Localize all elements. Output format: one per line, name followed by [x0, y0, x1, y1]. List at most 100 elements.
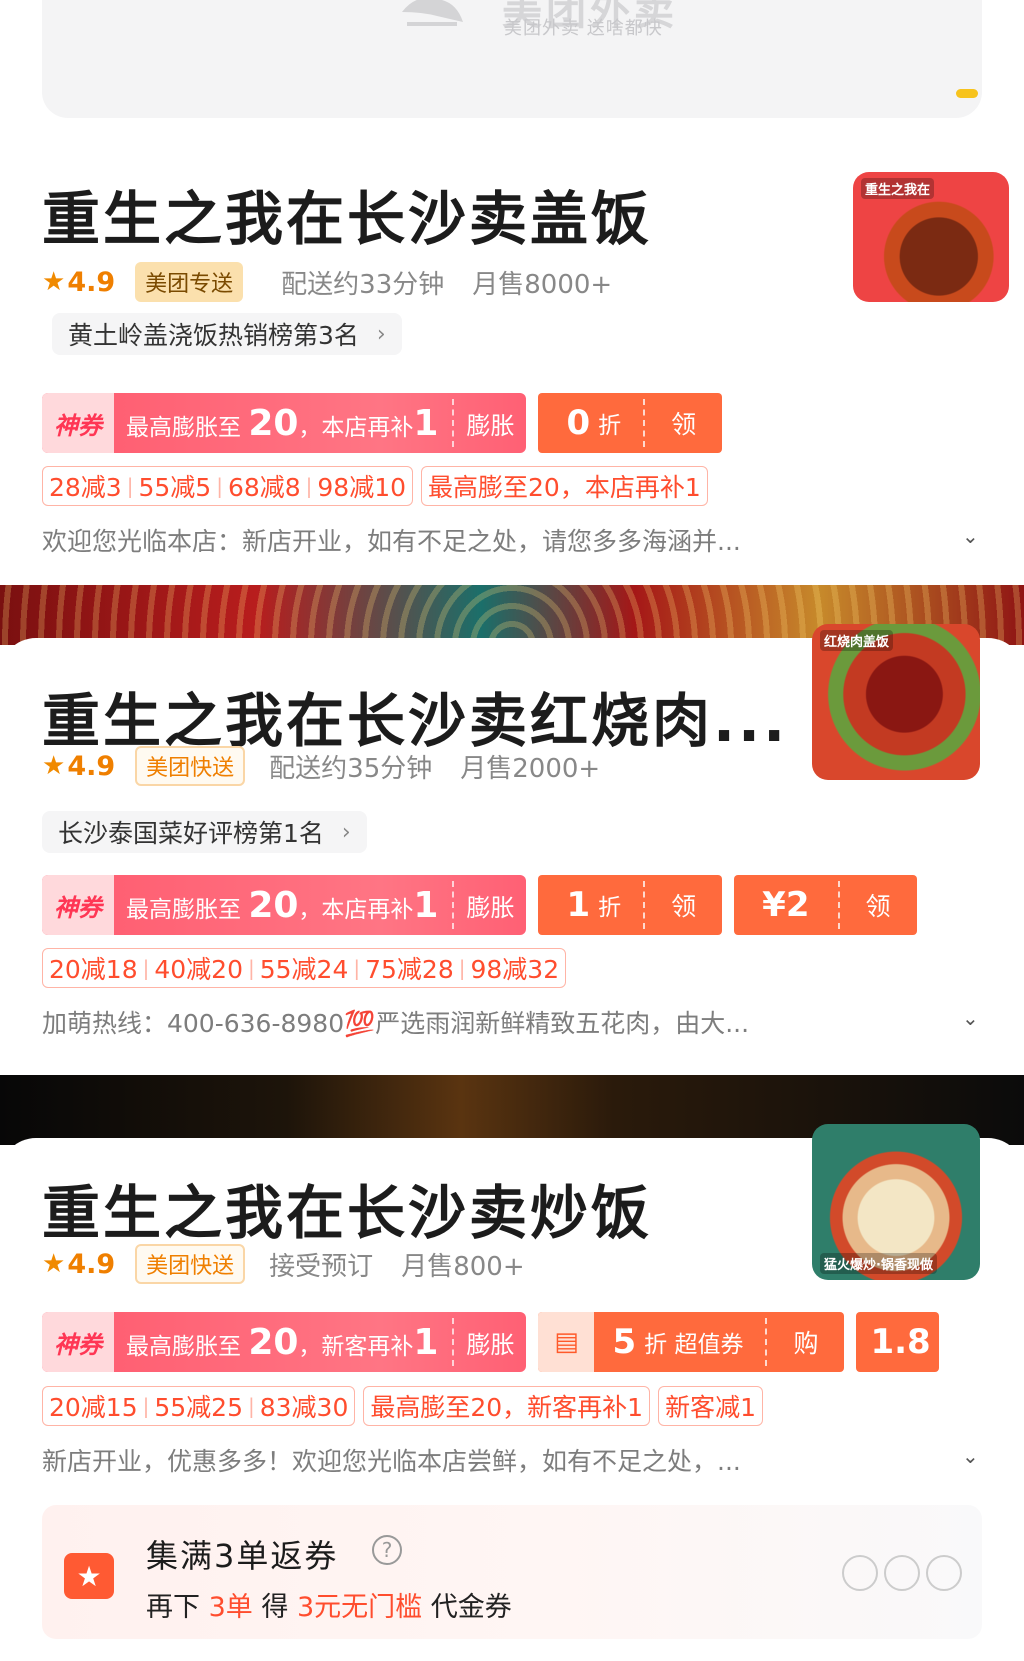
store-name[interactable]: 重生之我在长沙卖盖饭: [42, 172, 652, 256]
store-thumbnail[interactable]: 重生之我在: [853, 172, 1009, 302]
rank-text: 黄土岭盖浇饭热销榜第3名: [68, 321, 359, 350]
full-reduction-tags: 20减18 | 40减20 | 55减24 | 75减28 | 98减32: [42, 948, 567, 988]
discount-item: 40减20: [154, 955, 243, 984]
shenquan-label: 神券: [42, 875, 114, 935]
coupon-unit: 折: [598, 895, 622, 921]
discount-coupon[interactable]: 1 折 领: [538, 875, 723, 935]
delivery-tag: 美团快送: [135, 1244, 246, 1284]
store-rating: 4.9: [67, 750, 116, 782]
delivery-time: 接受预订: [269, 1251, 374, 1282]
chevron-right-icon: ›: [341, 819, 351, 845]
new-customer-tag: 新客减1: [658, 1386, 763, 1426]
coupon-value: 1: [566, 885, 591, 925]
thumbnail-caption: 红烧肉盖饭: [820, 630, 894, 651]
discount-item: 20减15: [49, 1393, 138, 1422]
store-rating: 4.9: [67, 266, 116, 298]
coupon-value: 5: [612, 1322, 637, 1362]
claim-button[interactable]: 领: [645, 887, 722, 923]
coupon-unit: 折 超值券: [644, 1332, 744, 1358]
rank-text: 长沙泰国菜好评榜第1名: [58, 819, 324, 848]
chevron-down-icon[interactable]: ⌄: [962, 1444, 982, 1468]
delivery-time: 配送约35分钟: [269, 753, 433, 784]
delivery-time: 配送约33分钟: [281, 269, 445, 300]
discount-item: 20减18: [49, 955, 138, 984]
coupon-value: 0: [566, 403, 591, 443]
discount-coupon[interactable]: 0 折 领: [538, 393, 723, 453]
shenquan-text: 最高膨胀至 20，本店再补1: [126, 402, 439, 444]
store-rating: 4.9: [67, 1248, 116, 1280]
chevron-down-icon[interactable]: ⌄: [962, 1006, 982, 1030]
discount-item: 55减5: [138, 473, 212, 502]
inflate-button[interactable]: 膨胀: [454, 888, 526, 923]
store-notice: 加萌热线：400-636-8980💯严选雨润新鲜精致五花肉，由大...: [42, 1009, 750, 1038]
discount-item: 83减30: [259, 1393, 349, 1422]
inflate-button[interactable]: 膨胀: [454, 406, 526, 441]
star-icon: ★: [42, 267, 66, 297]
star-icon: ★: [42, 1249, 66, 1279]
discount-tags: 20减15 | 55减25 | 83减30 最高膨至20，新客再补1 新客减1: [42, 1386, 771, 1426]
store-thumbnail[interactable]: 猛火爆炒·锅香现做: [812, 1124, 980, 1280]
discount-item: 98减10: [317, 473, 407, 502]
claim-button[interactable]: 领: [840, 887, 917, 923]
store-meta: ★ 4.9 美团快送 配送约35分钟 月售2000+: [42, 746, 628, 786]
promo-row: 神券 最高膨胀至 20，新客再补1 膨胀 ▤ 5 折 超值券 购 1.8: [42, 1312, 982, 1372]
monthly-sales: 月售8000+: [472, 269, 613, 300]
inflate-button[interactable]: 膨胀: [454, 1325, 526, 1360]
coupon-unit: 折: [598, 413, 622, 439]
cash-coupon[interactable]: ¥2 领: [734, 875, 917, 935]
collect-title: 集满3单返券: [146, 1537, 339, 1575]
full-reduction-tags: 28减3 | 55减5 | 68减8 | 98减10: [42, 466, 414, 506]
thumbnail-caption: 重生之我在: [861, 178, 935, 199]
progress-circle: [842, 1555, 878, 1591]
discount-item: 28减3: [49, 473, 122, 502]
store-meta: ★ 4.9 美团快送 接受预订 月售800+: [42, 1244, 553, 1284]
store-card[interactable]: 重生之我在长沙卖红烧肉... 红烧肉盖饭 ★ 4.9 美团快送 配送约35分钟 …: [0, 624, 1024, 1075]
inflate-tag: 最高膨至20，本店再补1: [421, 466, 708, 506]
store-card[interactable]: 重生之我在长沙卖盖饭 重生之我在 ★ 4.9 美团专送 配送约33分钟 月售80…: [0, 120, 1024, 585]
collect-progress: [842, 1555, 968, 1591]
discount-item: 55减24: [259, 955, 349, 984]
shenquan-coupon[interactable]: 神券 最高膨胀至 20，新客再补1 膨胀: [42, 1312, 527, 1372]
discount-tags: 20减18 | 40减20 | 55减24 | 75减28 | 98减32: [42, 948, 574, 988]
discount-item: 68减8: [227, 473, 301, 502]
claim-button[interactable]: 领: [645, 405, 722, 441]
monthly-sales: 月售800+: [401, 1251, 525, 1282]
chevron-right-icon: ›: [376, 321, 386, 347]
carousel-dot-active: [956, 89, 978, 98]
discount-item: 55减25: [154, 1393, 243, 1422]
chevron-down-icon[interactable]: ⌄: [962, 524, 982, 548]
shenquan-text: 最高膨胀至 20，本店再补1: [126, 884, 439, 926]
partial-coupon[interactable]: 1.8: [856, 1312, 939, 1372]
ticket-icon: ▤: [538, 1312, 595, 1372]
thumbnail-caption: 猛火爆炒·锅香现做: [820, 1253, 937, 1274]
promo-row: 神券 最高膨胀至 20，本店再补1 膨胀 0 折 领: [42, 393, 734, 453]
banner-subtitle: 美团外卖 送啥都快: [504, 18, 663, 39]
discount-item: 98减32: [470, 955, 560, 984]
rank-badge[interactable]: 黄土岭盖浇饭热销榜第3名 ›: [52, 313, 402, 355]
star-icon: ★: [42, 751, 66, 781]
promo-row: 神券 最高膨胀至 20，本店再补1 膨胀 1 折 领 ¥2 领: [42, 875, 929, 935]
value-coupon[interactable]: ▤ 5 折 超值券 购: [538, 1312, 845, 1372]
star-ticket-icon: ★: [64, 1553, 114, 1599]
store-notice: 新店开业，优惠多多！欢迎您光临本店尝鲜，如有不足之处，...: [42, 1447, 741, 1476]
store-meta: ★ 4.9 美团专送 配送约33分钟 月售8000+: [42, 262, 640, 302]
discount-item: 75减28: [365, 955, 454, 984]
collect-orders-banner[interactable]: ★ 集满3单返券 ? 再下 3单 得 3元无门槛 代金券: [42, 1505, 982, 1639]
help-icon[interactable]: ?: [372, 1535, 402, 1565]
shenquan-coupon[interactable]: 神券 最高膨胀至 20，本店再补1 膨胀: [42, 875, 527, 935]
coupon-value: 1.8: [870, 1322, 931, 1362]
delivery-tag: 美团专送: [135, 262, 244, 302]
buy-button[interactable]: 购: [767, 1324, 844, 1360]
progress-circle: [884, 1555, 920, 1591]
discount-tags: 28减3 | 55减5 | 68减8 | 98减10 最高膨至20，本店再补1: [42, 466, 716, 506]
store-thumbnail[interactable]: 红烧肉盖饭: [812, 624, 980, 780]
top-banner[interactable]: 美团外卖 美团外卖 送啥都快: [42, 0, 982, 118]
rank-badge[interactable]: 长沙泰国菜好评榜第1名 ›: [42, 811, 367, 853]
store-name[interactable]: 重生之我在长沙卖炒饭: [42, 1166, 652, 1250]
shenquan-coupon[interactable]: 神券 最高膨胀至 20，本店再补1 膨胀: [42, 393, 527, 453]
delivery-tag: 美团快送: [135, 746, 246, 786]
monthly-sales: 月售2000+: [460, 753, 601, 784]
coupon-value: ¥2: [762, 885, 810, 925]
shenquan-text: 最高膨胀至 20，新客再补1: [126, 1321, 439, 1363]
inflate-tag: 最高膨至20，新客再补1: [363, 1386, 651, 1426]
